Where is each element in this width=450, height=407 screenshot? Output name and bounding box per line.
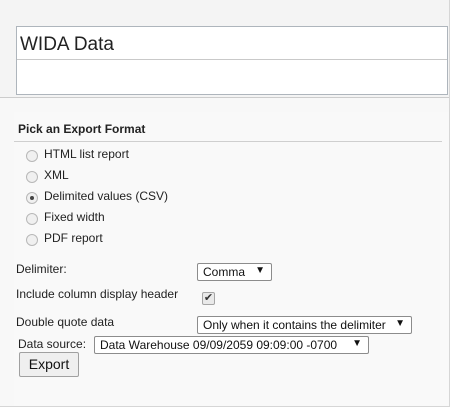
quote-select[interactable]: Only when it contains the delimiter ▼ [197,316,412,334]
chevron-down-icon: ▼ [395,318,405,329]
format-label-csv: Delimited values (CSV) [44,189,169,203]
format-label-html: HTML list report [44,147,129,161]
checkmark-icon: ✔ [203,292,214,304]
radio-fixed[interactable] [26,213,38,225]
source-select[interactable]: Data Warehouse 09/09/2059 09:09:00 -0700… [94,336,369,354]
report-name-input[interactable] [17,27,447,60]
format-label-fixed: Fixed width [44,210,105,224]
radio-html[interactable] [26,150,38,162]
radio-csv[interactable] [26,192,38,204]
section-title: Pick an Export Format [18,122,146,136]
format-label-pdf: PDF report [44,231,103,245]
export-panel: Pick an Export Format HTML list report X… [0,0,450,407]
delimiter-select[interactable]: Comma ▼ [197,263,272,281]
export-button[interactable]: Export [19,352,79,377]
header-label: Include column display header [16,287,179,301]
chevron-down-icon: ▼ [255,265,265,276]
export-format-section: Pick an Export Format HTML list report X… [14,112,449,406]
source-label: Data source: [18,337,87,351]
quote-label: Double quote data [16,315,115,329]
radio-pdf[interactable] [26,234,38,246]
source-value: Data Warehouse 09/09/2059 09:09:00 -0700 [100,338,338,352]
section-divider [14,141,442,142]
chevron-down-icon: ▼ [352,338,362,349]
delimiter-value: Comma [203,265,246,279]
quote-value: Only when it contains the delimiter [203,318,386,332]
report-header-area [0,0,449,98]
delimiter-label: Delimiter: [16,262,67,276]
report-name-box [16,26,448,95]
format-label-xml: XML [44,168,69,182]
radio-xml[interactable] [26,171,38,183]
header-checkbox[interactable]: ✔ [202,292,215,305]
